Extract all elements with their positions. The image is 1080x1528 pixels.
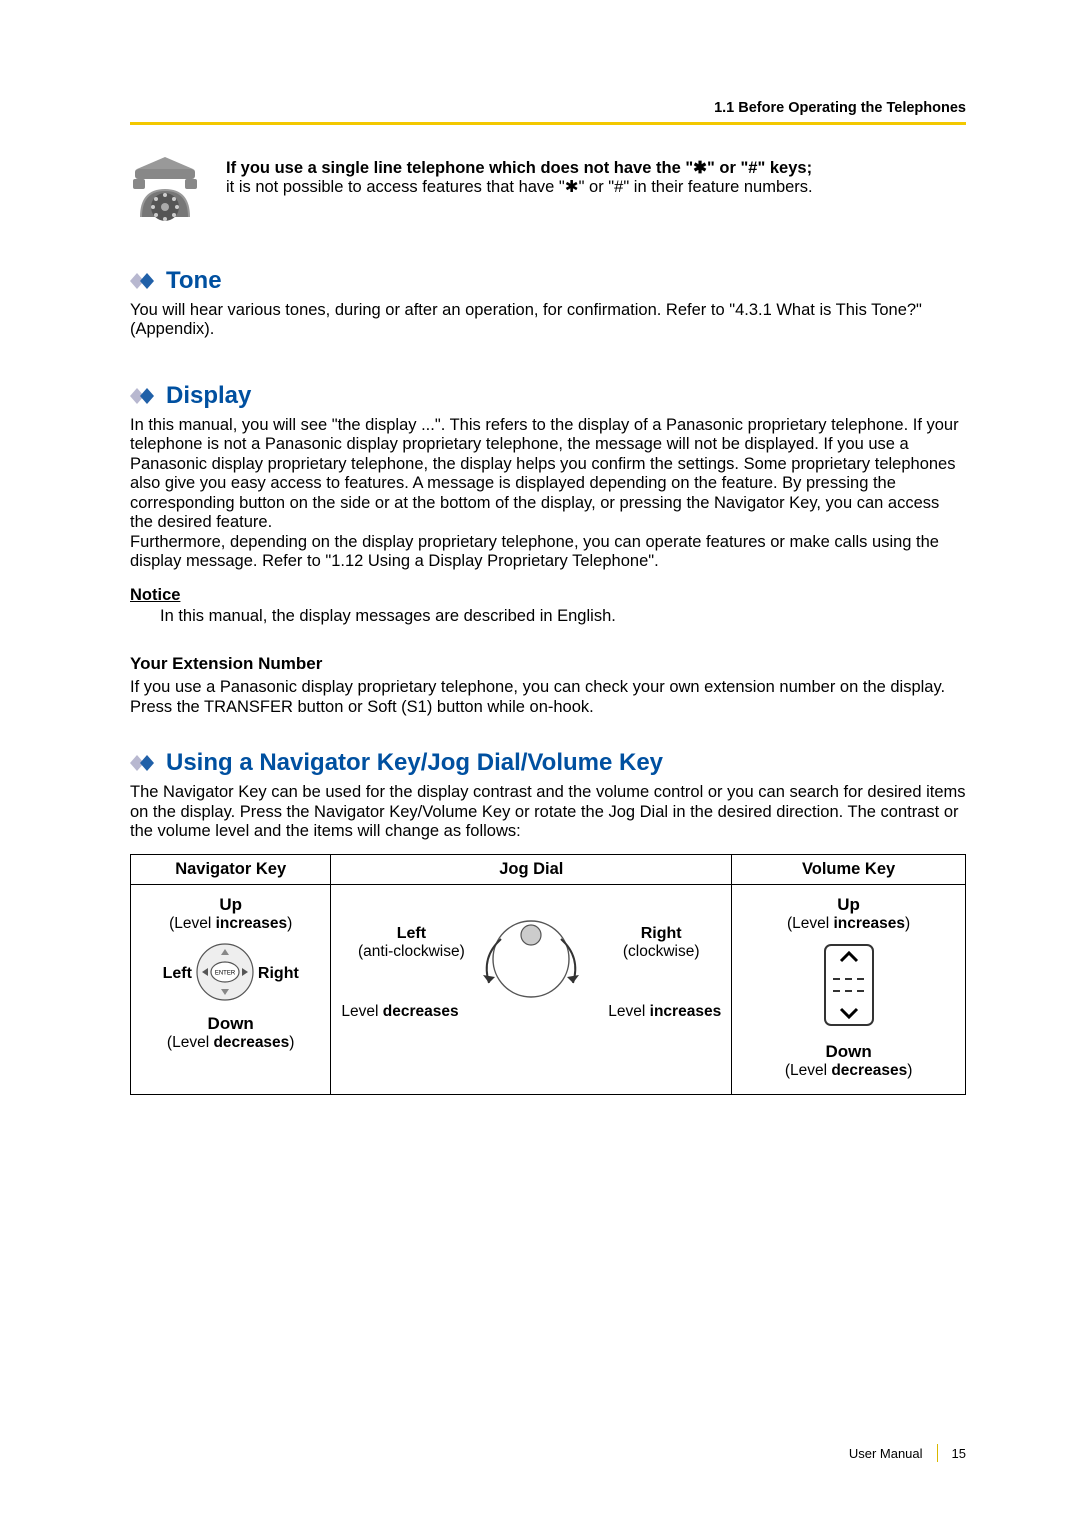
volume-key-cell: Up (Level increases) [732, 884, 966, 1094]
note-plain-line: it is not possible to access features th… [226, 178, 813, 196]
notice-body: In this manual, the display messages are… [160, 607, 966, 627]
navigator-table: Navigator Key Jog Dial Volume Key Up (Le… [130, 854, 966, 1095]
diamond-bullet-icon [130, 387, 158, 405]
vol-down-paren: (Level decreases) [740, 1062, 957, 1080]
jog-right-label: Right [601, 925, 721, 943]
nav-right-label: Right [258, 965, 299, 983]
vol-down-label: Down [740, 1042, 957, 1062]
footer: User Manual 15 [849, 1444, 966, 1462]
extension-body: If you use a Panasonic display proprieta… [130, 678, 966, 717]
navigator-key-cell: Up (Level increases) Left ENTER [131, 884, 331, 1094]
section-heading-navigator: Using a Navigator Key/Jog Dial/Volume Ke… [130, 749, 966, 777]
rotary-phone-icon [130, 155, 200, 225]
th-volume-key: Volume Key [732, 854, 966, 884]
volume-key-icon [740, 941, 957, 1034]
display-body: In this manual, you will see "the displa… [130, 416, 966, 572]
display-title: Display [166, 382, 251, 410]
section-heading-tone: Tone [130, 267, 966, 295]
navigator-key-icon: ENTER [196, 943, 254, 1006]
vol-up-paren: (Level increases) [740, 915, 957, 933]
footer-page-number: 15 [952, 1446, 966, 1461]
nav-up-paren: (Level increases) [139, 915, 322, 933]
diamond-bullet-icon [130, 272, 158, 290]
single-line-note: If you use a single line telephone which… [130, 155, 966, 225]
notice-label: Notice [130, 586, 966, 605]
jog-right-sub: (clockwise) [601, 943, 721, 961]
nav-left-label: Left [163, 965, 192, 983]
note-bold-line: If you use a single line telephone which… [226, 159, 812, 177]
header-rule [130, 122, 966, 125]
header-section-label: 1.1 Before Operating the Telephones [714, 100, 966, 116]
extension-subhead: Your Extension Number [130, 654, 966, 674]
nav-down-paren: (Level decreases) [139, 1034, 322, 1052]
nav-up-label: Up [139, 895, 322, 915]
footer-divider [937, 1444, 938, 1462]
svg-text:ENTER: ENTER [215, 970, 236, 976]
navigator-body: The Navigator Key can be used for the di… [130, 783, 966, 841]
jog-level-decreases: Level decreases [341, 1003, 458, 1021]
section-heading-display: Display [130, 382, 966, 410]
th-jog-dial: Jog Dial [331, 854, 732, 884]
vol-up-label: Up [740, 895, 957, 915]
tone-body: You will hear various tones, during or a… [130, 301, 966, 340]
nav-down-label: Down [139, 1014, 322, 1034]
tone-title: Tone [166, 267, 222, 295]
jog-dial-icon [461, 909, 601, 1034]
footer-label: User Manual [849, 1446, 923, 1461]
diamond-bullet-icon [130, 754, 158, 772]
navigator-title: Using a Navigator Key/Jog Dial/Volume Ke… [166, 749, 663, 777]
jog-dial-cell: Left (anti-clockwise) Right (clockwise) [331, 884, 732, 1094]
th-navigator-key: Navigator Key [131, 854, 331, 884]
jog-level-increases: Level increases [608, 1003, 721, 1021]
